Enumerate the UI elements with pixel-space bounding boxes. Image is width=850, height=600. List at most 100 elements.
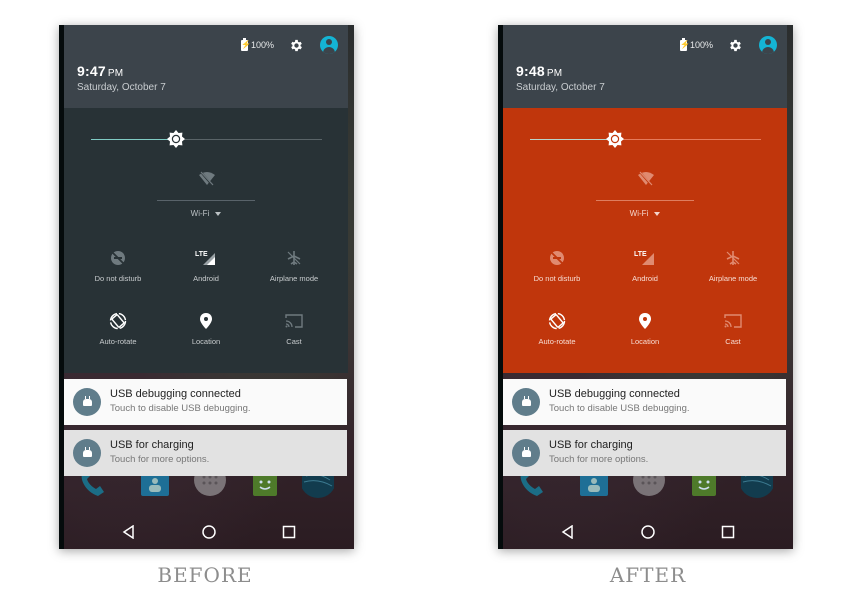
notification-usb-debugging[interactable]: USB debugging connected Touch to disable… bbox=[64, 379, 347, 425]
notification-title: USB debugging connected bbox=[549, 388, 680, 400]
home-button[interactable] bbox=[197, 520, 221, 544]
tile-cast[interactable]: Cast bbox=[247, 311, 341, 346]
auto-rotate-icon bbox=[109, 312, 127, 330]
app-drawer-icon[interactable] bbox=[194, 464, 226, 499]
back-button[interactable] bbox=[117, 520, 141, 544]
tile-label: Android bbox=[193, 274, 219, 283]
tile-airplane-mode[interactable]: Airplane mode bbox=[686, 248, 780, 283]
brightness-slider-fill bbox=[91, 139, 177, 140]
phone-before: 100% 9:47PM Saturday, October 7 Wi-Fi Do… bbox=[59, 25, 354, 549]
cast-icon bbox=[285, 314, 303, 328]
notification-title: USB debugging connected bbox=[110, 388, 241, 400]
wifi-label: Wi-Fi bbox=[190, 209, 210, 218]
tile-android-network[interactable]: LTE Android bbox=[598, 248, 692, 283]
wifi-off-icon[interactable] bbox=[198, 170, 216, 188]
airplane-icon bbox=[726, 251, 740, 265]
app-drawer-icon[interactable] bbox=[633, 464, 665, 499]
phone-app-icon[interactable] bbox=[517, 474, 549, 499]
user-avatar-icon[interactable] bbox=[759, 36, 777, 54]
tile-label: Do not disturb bbox=[94, 274, 142, 283]
clock-ampm: PM bbox=[546, 68, 563, 79]
date-label: Saturday, October 7 bbox=[516, 82, 605, 93]
header-status-row: 100% bbox=[679, 36, 777, 54]
battery-charging-icon bbox=[679, 37, 687, 52]
tile-android-network[interactable]: LTE Android bbox=[159, 248, 253, 283]
tile-label: Cast bbox=[725, 337, 741, 346]
user-avatar-icon[interactable] bbox=[320, 36, 338, 54]
settings-gear-icon[interactable] bbox=[288, 37, 304, 53]
android-usb-icon bbox=[73, 439, 101, 467]
messaging-app-icon[interactable] bbox=[688, 474, 720, 499]
lte-signal-icon: LTE bbox=[634, 251, 654, 265]
tile-label: Location bbox=[630, 337, 660, 346]
settings-gear-icon[interactable] bbox=[727, 37, 743, 53]
notification-header: 100% 9:47PM Saturday, October 7 bbox=[64, 25, 348, 108]
brightness-slider-fill bbox=[530, 139, 616, 140]
tile-auto-rotate[interactable]: Auto-rotate bbox=[510, 311, 604, 346]
notification-subtitle: Touch to disable USB debugging. bbox=[110, 403, 251, 414]
tile-cast[interactable]: Cast bbox=[686, 311, 780, 346]
notification-title: USB for charging bbox=[110, 439, 194, 451]
tile-location[interactable]: Location bbox=[598, 311, 692, 346]
wifi-divider bbox=[596, 200, 694, 201]
svg-text:LTE: LTE bbox=[195, 251, 208, 258]
recents-button[interactable] bbox=[277, 520, 301, 544]
tile-label: Airplane mode bbox=[269, 274, 319, 283]
battery-charging-icon bbox=[240, 37, 248, 52]
contacts-app-icon[interactable] bbox=[578, 474, 610, 499]
phone-app-icon[interactable] bbox=[78, 474, 110, 499]
tile-label: Auto-rotate bbox=[538, 337, 576, 346]
do-not-disturb-icon bbox=[111, 251, 125, 265]
wifi-off-icon[interactable] bbox=[637, 170, 655, 188]
home-circle-icon bbox=[202, 525, 216, 539]
navigation-bar bbox=[64, 515, 354, 549]
android-usb-icon bbox=[512, 439, 540, 467]
notification-usb-charging[interactable]: USB for charging Touch for more options. bbox=[64, 430, 347, 476]
home-dock bbox=[503, 462, 793, 499]
recents-square-icon bbox=[282, 525, 296, 539]
recents-button[interactable] bbox=[716, 520, 740, 544]
airplane-icon bbox=[287, 251, 301, 265]
wifi-dropdown[interactable]: Wi-Fi bbox=[503, 209, 787, 218]
clock-time: 9:48 bbox=[516, 63, 545, 79]
brightness-slider[interactable] bbox=[530, 130, 761, 148]
header-status-row: 100% bbox=[240, 36, 338, 54]
browser-app-icon[interactable] bbox=[739, 462, 775, 499]
home-button[interactable] bbox=[636, 520, 660, 544]
tile-airplane-mode[interactable]: Airplane mode bbox=[247, 248, 341, 283]
quick-settings-panel: Wi-Fi Do not disturb LTE Android Airplan… bbox=[503, 108, 787, 373]
cast-icon bbox=[724, 314, 742, 328]
tile-label: Cast bbox=[286, 337, 302, 346]
lte-signal-icon: LTE bbox=[195, 251, 215, 265]
tile-do-not-disturb[interactable]: Do not disturb bbox=[510, 248, 604, 283]
brightness-slider[interactable] bbox=[91, 130, 322, 148]
back-button[interactable] bbox=[556, 520, 580, 544]
brightness-thumb-icon[interactable] bbox=[606, 130, 625, 148]
tile-label: Location bbox=[191, 337, 221, 346]
tile-location[interactable]: Location bbox=[159, 311, 253, 346]
caption-after: AFTER bbox=[609, 563, 687, 587]
caret-down-icon bbox=[654, 211, 661, 216]
back-triangle-icon bbox=[122, 525, 134, 539]
tile-label: Do not disturb bbox=[533, 274, 581, 283]
messaging-app-icon[interactable] bbox=[249, 474, 281, 499]
contacts-app-icon[interactable] bbox=[139, 474, 171, 499]
home-dock bbox=[64, 462, 354, 499]
brightness-thumb-icon[interactable] bbox=[167, 130, 186, 148]
tile-label: Android bbox=[632, 274, 658, 283]
notification-subtitle: Touch to disable USB debugging. bbox=[549, 403, 690, 414]
location-pin-icon bbox=[200, 313, 212, 329]
do-not-disturb-icon bbox=[550, 251, 564, 265]
notification-subtitle: Touch for more options. bbox=[110, 454, 210, 465]
notification-header: 100% 9:48PM Saturday, October 7 bbox=[503, 25, 787, 108]
wifi-dropdown[interactable]: Wi-Fi bbox=[64, 209, 348, 218]
tile-auto-rotate[interactable]: Auto-rotate bbox=[71, 311, 165, 346]
tile-label: Airplane mode bbox=[708, 274, 758, 283]
wifi-label: Wi-Fi bbox=[629, 209, 649, 218]
notification-usb-charging[interactable]: USB for charging Touch for more options. bbox=[503, 430, 786, 476]
notification-usb-debugging[interactable]: USB debugging connected Touch to disable… bbox=[503, 379, 786, 425]
svg-text:LTE: LTE bbox=[634, 251, 647, 258]
home-circle-icon bbox=[641, 525, 655, 539]
tile-do-not-disturb[interactable]: Do not disturb bbox=[71, 248, 165, 283]
browser-app-icon[interactable] bbox=[300, 462, 336, 499]
